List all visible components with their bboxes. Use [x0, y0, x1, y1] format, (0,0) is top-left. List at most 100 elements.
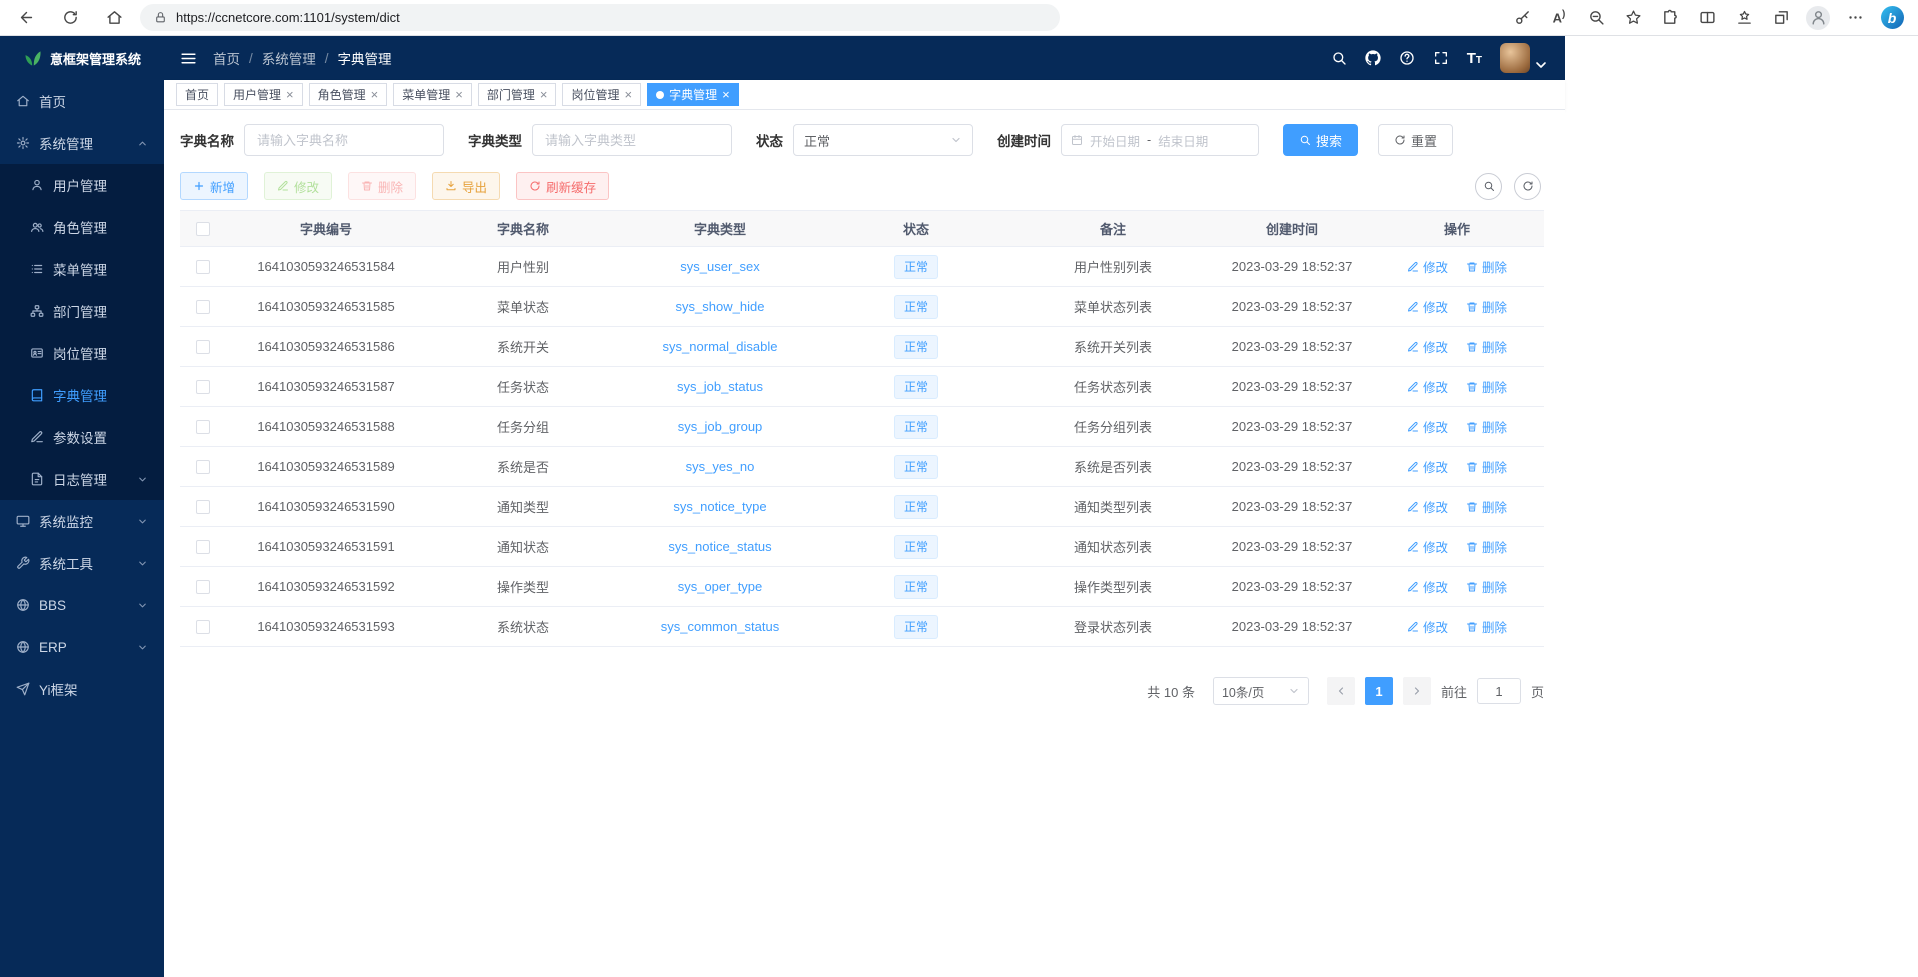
tab-item[interactable]: 用户管理×	[224, 83, 303, 106]
breadcrumb-item[interactable]: 首页	[213, 48, 240, 68]
row-checkbox[interactable]	[196, 500, 210, 514]
breadcrumb-item[interactable]: 字典管理	[338, 48, 392, 68]
font-size-button[interactable]: TT	[1467, 51, 1482, 66]
delete-button[interactable]: 删除	[348, 172, 416, 200]
row-delete-button[interactable]: 删除	[1466, 377, 1507, 396]
sidebar-item[interactable]: 菜单管理	[0, 248, 164, 290]
row-checkbox[interactable]	[196, 300, 210, 314]
goto-page-input[interactable]	[1477, 678, 1521, 704]
search-button[interactable]: 搜索	[1283, 124, 1358, 156]
row-checkbox[interactable]	[196, 260, 210, 274]
dict-type-link[interactable]: sys_normal_disable	[663, 339, 778, 354]
next-page-button[interactable]	[1403, 677, 1431, 705]
row-delete-button[interactable]: 删除	[1466, 537, 1507, 556]
more-button[interactable]	[1841, 4, 1869, 32]
row-edit-button[interactable]: 修改	[1407, 417, 1448, 436]
tab-close-icon[interactable]: ×	[722, 88, 730, 101]
sidebar-item[interactable]: 系统监控	[0, 500, 164, 542]
prev-page-button[interactable]	[1327, 677, 1355, 705]
read-aloud-button[interactable]: A)	[1545, 4, 1573, 32]
row-edit-button[interactable]: 修改	[1407, 377, 1448, 396]
row-delete-button[interactable]: 删除	[1466, 497, 1507, 516]
row-edit-button[interactable]: 修改	[1407, 297, 1448, 316]
row-edit-button[interactable]: 修改	[1407, 617, 1448, 636]
reset-button[interactable]: 重置	[1378, 124, 1453, 156]
sidebar-item[interactable]: 字典管理	[0, 374, 164, 416]
tab-item[interactable]: 岗位管理×	[562, 83, 641, 106]
table-search-toggle-button[interactable]	[1475, 173, 1502, 200]
dict-type-link[interactable]: sys_job_group	[678, 419, 763, 434]
row-edit-button[interactable]: 修改	[1407, 457, 1448, 476]
favorite-star-button[interactable]	[1619, 4, 1647, 32]
add-button[interactable]: 新增	[180, 172, 248, 200]
tab-item[interactable]: 角色管理×	[309, 83, 388, 106]
dict-type-link[interactable]: sys_user_sex	[680, 259, 759, 274]
export-button[interactable]: 导出	[432, 172, 500, 200]
sidebar-item[interactable]: 系统管理	[0, 122, 164, 164]
table-refresh-button[interactable]	[1514, 173, 1541, 200]
tab-item[interactable]: 字典管理×	[647, 83, 739, 106]
refresh-cache-button[interactable]: 刷新缓存	[516, 172, 609, 200]
sidebar-item[interactable]: 岗位管理	[0, 332, 164, 374]
sidebar-item[interactable]: ERP	[0, 626, 164, 668]
tab-close-icon[interactable]: ×	[624, 88, 632, 101]
row-edit-button[interactable]: 修改	[1407, 497, 1448, 516]
address-bar[interactable]: https://ccnetcore.com:1101/system/dict	[140, 4, 1060, 31]
key-button[interactable]	[1508, 4, 1536, 32]
sidebar-item[interactable]: 角色管理	[0, 206, 164, 248]
row-delete-button[interactable]: 删除	[1466, 297, 1507, 316]
row-delete-button[interactable]: 删除	[1466, 577, 1507, 596]
favorites-bar-button[interactable]	[1730, 4, 1758, 32]
sidebar-item[interactable]: 部门管理	[0, 290, 164, 332]
sidebar-item[interactable]: 日志管理	[0, 458, 164, 500]
fullscreen-button[interactable]	[1433, 50, 1449, 66]
row-checkbox[interactable]	[196, 420, 210, 434]
refresh-button[interactable]	[56, 4, 84, 32]
bing-chat-button[interactable]: b	[1878, 4, 1906, 32]
collections-button[interactable]	[1767, 4, 1795, 32]
sidebar-item[interactable]: 首页	[0, 80, 164, 122]
question-button[interactable]	[1399, 50, 1415, 66]
dict-type-link[interactable]: sys_notice_type	[673, 499, 766, 514]
row-delete-button[interactable]: 删除	[1466, 257, 1507, 276]
row-checkbox[interactable]	[196, 620, 210, 634]
extensions-button[interactable]	[1656, 4, 1684, 32]
row-edit-button[interactable]: 修改	[1407, 537, 1448, 556]
select-all-checkbox[interactable]	[196, 222, 210, 236]
tab-close-icon[interactable]: ×	[286, 88, 294, 101]
row-delete-button[interactable]: 删除	[1466, 617, 1507, 636]
dict-type-link[interactable]: sys_notice_status	[668, 539, 771, 554]
date-range-picker[interactable]: 开始日期 - 结束日期	[1061, 124, 1259, 156]
home-button[interactable]	[100, 4, 128, 32]
tab-item[interactable]: 首页	[176, 83, 218, 106]
tab-close-icon[interactable]: ×	[371, 88, 379, 101]
row-checkbox[interactable]	[196, 340, 210, 354]
row-checkbox[interactable]	[196, 540, 210, 554]
dict-type-link[interactable]: sys_job_status	[677, 379, 763, 394]
github-button[interactable]	[1365, 50, 1381, 66]
row-checkbox[interactable]	[196, 380, 210, 394]
back-button[interactable]	[12, 4, 40, 32]
dict-type-link[interactable]: sys_show_hide	[676, 299, 765, 314]
row-checkbox[interactable]	[196, 580, 210, 594]
row-delete-button[interactable]: 删除	[1466, 337, 1507, 356]
tab-item[interactable]: 菜单管理×	[393, 83, 472, 106]
sidebar-item[interactable]: 参数设置	[0, 416, 164, 458]
user-avatar-button[interactable]	[1500, 43, 1549, 73]
tab-item[interactable]: 部门管理×	[478, 83, 557, 106]
sidebar-item[interactable]: 用户管理	[0, 164, 164, 206]
sidebar-toggle-button[interactable]	[180, 50, 197, 67]
row-delete-button[interactable]: 删除	[1466, 457, 1507, 476]
dict-type-link[interactable]: sys_common_status	[661, 619, 780, 634]
tab-close-icon[interactable]: ×	[455, 88, 463, 101]
sidebar-item[interactable]: 系统工具	[0, 542, 164, 584]
browser-profile-button[interactable]	[1804, 4, 1832, 32]
dict-type-link[interactable]: sys_yes_no	[686, 459, 755, 474]
dict-type-link[interactable]: sys_oper_type	[678, 579, 763, 594]
search-button[interactable]	[1331, 50, 1347, 66]
row-delete-button[interactable]: 删除	[1466, 417, 1507, 436]
status-select[interactable]: 正常	[793, 124, 973, 156]
breadcrumb-item[interactable]: 系统管理	[262, 48, 316, 68]
sidebar-item[interactable]: Yi框架	[0, 668, 164, 710]
page-number-button[interactable]: 1	[1365, 677, 1393, 705]
